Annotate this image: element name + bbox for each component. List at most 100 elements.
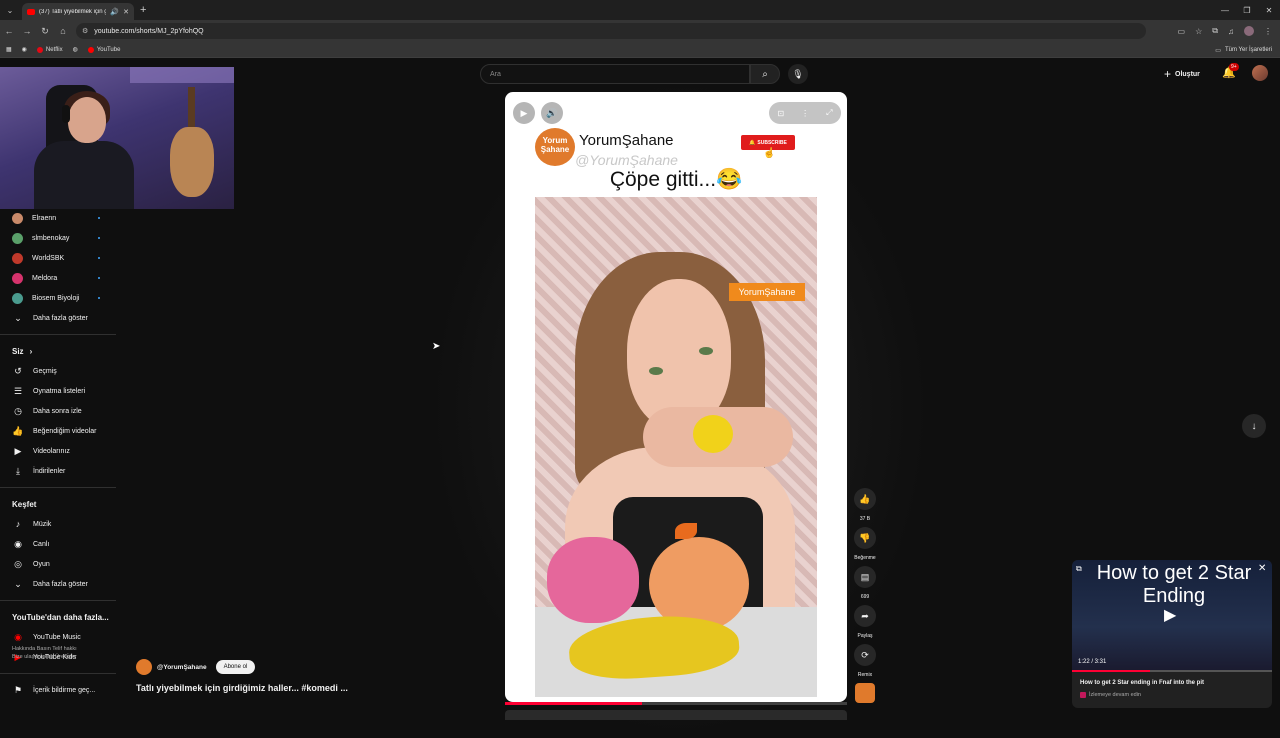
- sidebar-show-more[interactable]: ⌄ Daha fazla göster: [0, 308, 118, 328]
- sidebar-item-music[interactable]: ♪ Müzik: [0, 514, 118, 534]
- sidebar-item-gaming[interactable]: ◎ Oyun: [0, 554, 118, 574]
- account-avatar[interactable]: [1252, 65, 1268, 81]
- next-short-arrow-down-icon[interactable]: ↓: [1242, 414, 1266, 438]
- maximize-icon[interactable]: ❐: [1236, 0, 1258, 20]
- share-icon[interactable]: ➦: [854, 605, 876, 627]
- all-bookmarks[interactable]: ▭ Tüm Yer İşaretleri: [1215, 42, 1272, 58]
- like-icon[interactable]: 👍: [854, 488, 876, 510]
- sound-thumbnail[interactable]: [855, 683, 875, 703]
- sidebar-item-playlists[interactable]: ☰ Oynatma listeleri: [0, 381, 118, 401]
- footer-links[interactable]: Hakkında Basın Telif hakkı: [12, 645, 77, 653]
- footer-links[interactable]: Bize ulaşın İçerik Üreticiler: [12, 653, 77, 661]
- tab-close-icon[interactable]: ✕: [123, 8, 129, 16]
- shorts-player[interactable]: YorumŞahane ▶ 🔊 ⊡ ⋮ ⤢ Yorum Şahane Yorum…: [505, 92, 847, 702]
- sidebar-item-watch-later[interactable]: ◷ Daha sonra izle: [0, 401, 118, 421]
- channel-avatar[interactable]: [136, 659, 152, 675]
- window-close-icon[interactable]: ✕: [1258, 0, 1280, 20]
- bookmark-discord-icon[interactable]: ◍: [73, 46, 78, 53]
- youtube-music-icon: ◉: [14, 631, 22, 642]
- create-button[interactable]: + Oluştur: [1164, 64, 1200, 84]
- miniplayer-progress-bar[interactable]: [1072, 670, 1272, 672]
- url-text: youtube.com/shorts/MJ_2pYfohQQ: [94, 27, 204, 35]
- sidebar-item-history[interactable]: ↺ Geçmiş: [0, 361, 118, 381]
- miniplayer-time: 1:22 / 3:31: [1078, 659, 1107, 665]
- minimize-icon[interactable]: —: [1214, 0, 1236, 20]
- sidebar-section-you[interactable]: Siz ›: [0, 341, 118, 361]
- address-bar[interactable]: ⚙ youtube.com/shorts/MJ_2pYfohQQ: [76, 23, 1146, 39]
- back-icon[interactable]: ←: [0, 20, 18, 42]
- extensions-icon[interactable]: ⧉: [1212, 26, 1218, 36]
- miniplayer[interactable]: How to get 2 Star Ending ⧉ ✕ ▶ 1:22 / 3:…: [1072, 560, 1272, 708]
- sidebar-subscription[interactable]: Elraenn: [0, 208, 118, 228]
- tab-search-icon[interactable]: ⌄: [0, 0, 20, 20]
- section-heading: Keşfet: [12, 499, 37, 509]
- miniplayer-play-icon[interactable]: ▶: [1164, 605, 1176, 625]
- miniplayer-subtitle-text: İzlemeye devam edin: [1089, 692, 1141, 698]
- sidebar-subscription[interactable]: Meldora: [0, 268, 118, 288]
- remix-icon[interactable]: ⟳: [854, 644, 876, 666]
- cast-icon[interactable]: ▭: [1178, 27, 1186, 36]
- sidebar-item-your-videos[interactable]: ▶ Videolarınız: [0, 441, 118, 461]
- channel-avatar: [12, 212, 23, 224]
- miniplayer-video[interactable]: How to get 2 Star Ending ⧉ ✕ ▶ 1:22 / 3:…: [1072, 560, 1272, 672]
- fullscreen-icon[interactable]: ⤢: [826, 108, 832, 118]
- section-heading: Siz: [12, 346, 24, 356]
- sidebar: Elraenn slmbenokay WorldSBK Meldora Bios…: [0, 208, 118, 700]
- sidebar-item-live[interactable]: ◉ Canlı: [0, 534, 118, 554]
- new-tab-button[interactable]: +: [140, 4, 146, 16]
- comments-icon[interactable]: ▤: [854, 566, 876, 588]
- subscribe-button[interactable]: Abone ol: [215, 660, 256, 674]
- bell-icon: 🔔: [749, 139, 756, 146]
- expand-miniplayer-icon[interactable]: ⧉: [1076, 564, 1082, 574]
- subscribe-text: SUBSCRIBE: [757, 139, 787, 146]
- profile-avatar[interactable]: [1244, 26, 1254, 36]
- mouse-cursor-icon: ➤: [432, 341, 441, 352]
- browser-tab[interactable]: (37) Tatlı yiyebilmek için gir… 🔊 ✕: [22, 3, 134, 20]
- microphone-icon[interactable]: 🎙: [788, 64, 808, 84]
- bookmark-youtube[interactable]: YouTube: [87, 46, 121, 53]
- miniplayer-close-icon[interactable]: ✕: [1258, 563, 1266, 574]
- flag-icon: ⚑: [13, 684, 23, 695]
- play-icon[interactable]: ▶: [513, 102, 535, 124]
- bookmark-label: YouTube: [96, 46, 121, 53]
- sidebar-item-liked-videos[interactable]: 👍 Beğendiğim videolar: [0, 421, 118, 441]
- sidebar-item-report[interactable]: ⚑ İçerik bildirme geç...: [0, 680, 118, 700]
- folder-icon: ▭: [1215, 47, 1221, 54]
- sidebar-subscription[interactable]: WorldSBK: [0, 248, 118, 268]
- bookmark-netflix[interactable]: Netflix: [36, 46, 63, 53]
- channel-logo: Yorum Şahane: [535, 128, 575, 166]
- search-icon[interactable]: ⌕: [750, 64, 780, 84]
- sidebar-explore-more[interactable]: ⌄ Daha fazla göster: [0, 574, 118, 594]
- comments-count: 699: [860, 593, 870, 600]
- apps-grid-icon[interactable]: ▦: [6, 46, 12, 53]
- sidebar-item-label: Oynatma listeleri: [33, 387, 86, 395]
- sidebar-item-youtube-music[interactable]: ◉ YouTube Music: [0, 627, 118, 647]
- home-icon[interactable]: ⌂: [54, 20, 72, 42]
- volume-icon[interactable]: 🔊: [541, 102, 563, 124]
- your-videos-icon: ▶: [14, 445, 22, 456]
- sidebar-item-label: İndirilenler: [33, 467, 66, 475]
- media-icon[interactable]: ♫: [1228, 27, 1234, 36]
- channel-handle[interactable]: @YorumŞahane: [157, 664, 207, 671]
- forward-icon[interactable]: →: [18, 20, 36, 42]
- sidebar-subscription[interactable]: Biosem Biyoloji: [0, 288, 118, 308]
- more-options-icon[interactable]: ⋮: [801, 109, 809, 118]
- bookmark-globe-icon[interactable]: ◉: [22, 46, 27, 53]
- miniplayer-title[interactable]: How to get 2 Star ending in Fnaf into th…: [1080, 680, 1204, 686]
- sidebar-item-downloads[interactable]: ⤓ İndirilenler: [0, 461, 118, 481]
- site-info-icon[interactable]: ⚙: [82, 27, 88, 35]
- browser-menu-icon[interactable]: ⋮: [1264, 27, 1272, 36]
- downloads-icon: ⤓: [16, 465, 20, 476]
- short-description[interactable]: Tatlı yiyebilmek için girdiğimiz haller.…: [136, 683, 348, 693]
- speaker-icon[interactable]: 🔊: [110, 8, 119, 16]
- reload-icon[interactable]: ↻: [36, 20, 54, 42]
- search-input[interactable]: Ara: [480, 64, 750, 84]
- captions-icon[interactable]: ⊡: [777, 109, 784, 118]
- dislike-icon[interactable]: 👎: [854, 527, 876, 549]
- sidebar-subscription[interactable]: slmbenokay: [0, 228, 118, 248]
- frame-pink-dessert: [547, 537, 639, 623]
- video-progress-bar[interactable]: [505, 702, 847, 705]
- bookmark-star-icon[interactable]: ☆: [1195, 27, 1202, 36]
- history-icon: ↺: [14, 365, 22, 376]
- remix-label: Remix: [857, 671, 873, 678]
